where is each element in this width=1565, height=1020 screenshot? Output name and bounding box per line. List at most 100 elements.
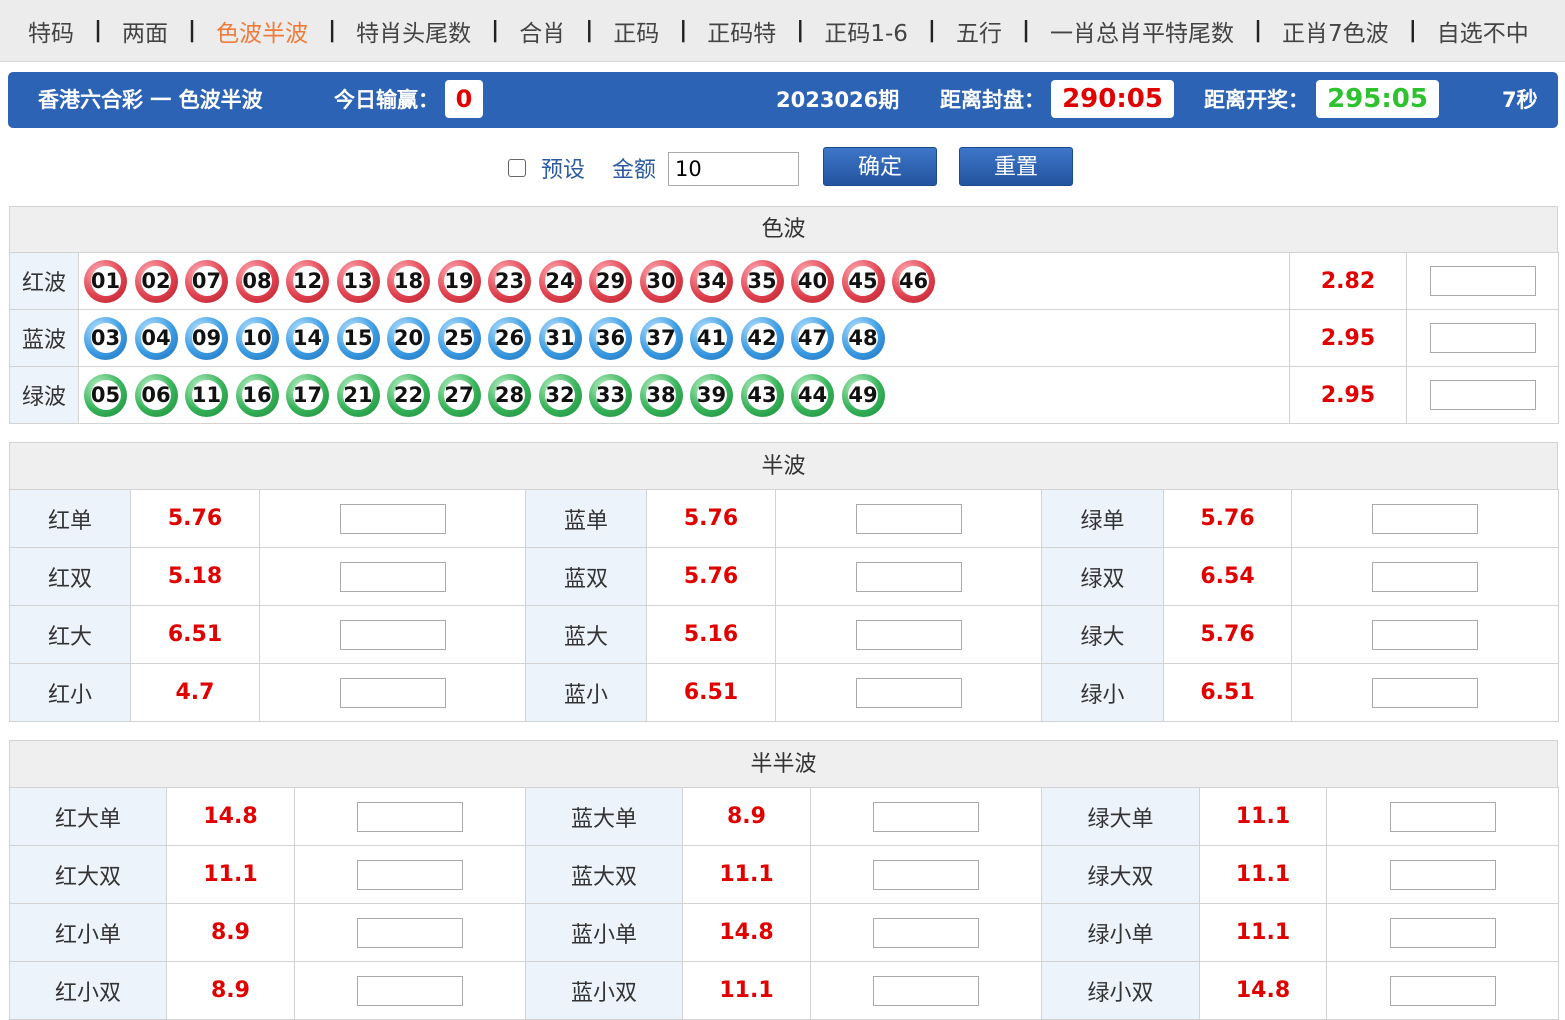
number-ball: 38 <box>639 373 683 417</box>
ball-number: 41 <box>696 322 727 353</box>
odds-value: 8.9 <box>166 903 295 962</box>
bet-amount-input[interactable] <box>339 619 446 650</box>
bet-amount-input[interactable] <box>357 975 463 1006</box>
ball-number: 25 <box>444 322 474 353</box>
bet-label: 红小双 <box>9 961 167 1020</box>
bet-amount-input[interactable] <box>855 503 962 534</box>
bet-amount-input[interactable] <box>1389 859 1496 890</box>
odds-value: 6.51 <box>1163 663 1292 722</box>
bet-label: 红双 <box>9 547 131 606</box>
bet-label: 蓝双 <box>525 547 647 606</box>
nav-separator: | <box>1021 18 1030 43</box>
number-ball: 27 <box>437 373 481 417</box>
number-ball: 21 <box>336 373 380 417</box>
bet-label: 绿大双 <box>1041 845 1200 904</box>
ball-number: 02 <box>141 265 171 296</box>
number-ball: 06 <box>134 373 178 417</box>
reset-button[interactable]: 重置 <box>959 147 1073 186</box>
banbanbo-row: 红大单 14.8 蓝大单 8.9 绿大单 11.1 <box>9 787 1559 846</box>
number-ball: 09 <box>185 316 228 360</box>
bet-amount-input[interactable] <box>873 859 979 890</box>
ball-number: 24 <box>545 265 575 296</box>
bet-amount-input[interactable] <box>1389 801 1496 832</box>
bet-amount-input[interactable] <box>357 917 463 948</box>
today-win-value: 0 <box>445 80 483 118</box>
amount-input[interactable]: 10 <box>668 152 799 186</box>
game-title: 香港六合彩 一 色波半波 <box>38 88 263 112</box>
bet-amount-input[interactable] <box>855 677 962 708</box>
bet-amount-input[interactable] <box>1429 266 1536 296</box>
number-ball: 11 <box>185 373 228 417</box>
bet-amount-input[interactable] <box>1429 323 1536 353</box>
bet-amount-input[interactable] <box>357 859 463 890</box>
refresh-timer[interactable]: 7秒 <box>1502 72 1538 128</box>
preset-checkbox[interactable] <box>508 159 526 177</box>
nav-item-10[interactable]: 正肖7色波 <box>1282 14 1389 48</box>
odds-value: 5.76 <box>1163 605 1292 664</box>
ball-number: 43 <box>747 379 777 410</box>
bet-amount-input[interactable] <box>339 677 446 708</box>
nav-item-2[interactable]: 色波半波 <box>216 14 308 48</box>
nav-item-1[interactable]: 两面 <box>122 14 168 48</box>
bet-amount-input[interactable] <box>339 561 446 592</box>
ball-number: 06 <box>141 379 171 410</box>
number-ball: 12 <box>286 259 329 303</box>
bet-amount-input[interactable] <box>339 503 446 534</box>
bet-amount-input[interactable] <box>1389 917 1496 948</box>
odds-value: 2.95 <box>1289 309 1407 367</box>
bet-amount-input[interactable] <box>855 619 962 650</box>
top-nav: 特码 | 两面 | 色波半波 | 特肖头尾数 | 合肖 | 正码 | 正码特 | 正码1-6 | 五行 | 一肖总肖… <box>0 0 1565 62</box>
bet-amount-input[interactable] <box>1372 503 1478 534</box>
bet-amount-input[interactable] <box>1389 975 1496 1006</box>
bet-amount-input[interactable] <box>357 801 463 832</box>
bet-amount-input[interactable] <box>873 917 979 948</box>
number-ball: 45 <box>841 259 885 303</box>
bet-cell <box>259 489 526 548</box>
odds-value: 14.8 <box>1199 961 1327 1020</box>
number-ball: 46 <box>892 259 935 303</box>
nav-separator: | <box>491 18 500 43</box>
bet-label: 绿小单 <box>1041 903 1200 962</box>
number-ball: 16 <box>235 373 279 417</box>
bet-amount-input[interactable] <box>873 975 979 1006</box>
bet-amount-input[interactable] <box>1372 561 1478 592</box>
ball-number: 26 <box>494 322 525 353</box>
nav-item-3[interactable]: 特肖头尾数 <box>356 14 471 48</box>
odds-value: 8.9 <box>166 961 295 1020</box>
nav-item-9[interactable]: 一肖总肖平特尾数 <box>1050 14 1234 48</box>
bet-amount-input[interactable] <box>1429 380 1536 410</box>
bet-amount-input[interactable] <box>873 801 979 832</box>
nav-item-6[interactable]: 正码特 <box>707 14 776 48</box>
nav-separator: | <box>585 18 594 43</box>
nav-item-8[interactable]: 五行 <box>956 14 1002 48</box>
number-ball: 32 <box>538 373 582 417</box>
bet-cell <box>810 961 1042 1020</box>
nav-item-7[interactable]: 正码1-6 <box>824 14 908 48</box>
bet-cell <box>259 547 526 606</box>
nav-item-5[interactable]: 正码 <box>613 14 659 48</box>
nav-item-11[interactable]: 自选不中 <box>1437 14 1529 48</box>
bet-amount-input[interactable] <box>1372 619 1478 650</box>
bet-amount-input[interactable] <box>855 561 962 592</box>
bet-cell <box>1291 547 1559 606</box>
number-ball: 25 <box>437 316 481 360</box>
odds-value: 11.1 <box>682 845 811 904</box>
banbanbo-row: 红小双 8.9 蓝小双 11.1 绿小双 14.8 <box>9 961 1559 1020</box>
confirm-button[interactable]: 确定 <box>823 147 937 186</box>
bet-label: 绿单 <box>1041 489 1164 548</box>
nav-separator: | <box>328 18 337 43</box>
ball-list: 01 02 07 08 12 13 18 19 23 24 29 30 34 35 40 45 46 <box>78 252 1290 310</box>
nav-item-0[interactable]: 特码 <box>28 14 74 48</box>
close-countdown-label: 距离封盘： <box>940 88 1045 112</box>
nav-item-4[interactable]: 合肖 <box>519 14 565 48</box>
odds-value: 5.76 <box>646 547 776 606</box>
ball-number: 45 <box>848 265 878 296</box>
bet-amount-input[interactable] <box>1372 677 1478 708</box>
ball-number: 30 <box>646 265 676 296</box>
ball-number: 44 <box>797 379 828 410</box>
odds-value: 14.8 <box>166 787 295 846</box>
amount-label: 金额 <box>612 158 657 183</box>
number-ball: 18 <box>387 259 430 303</box>
bet-label: 绿小双 <box>1041 961 1200 1020</box>
odds-value: 2.82 <box>1289 252 1407 310</box>
